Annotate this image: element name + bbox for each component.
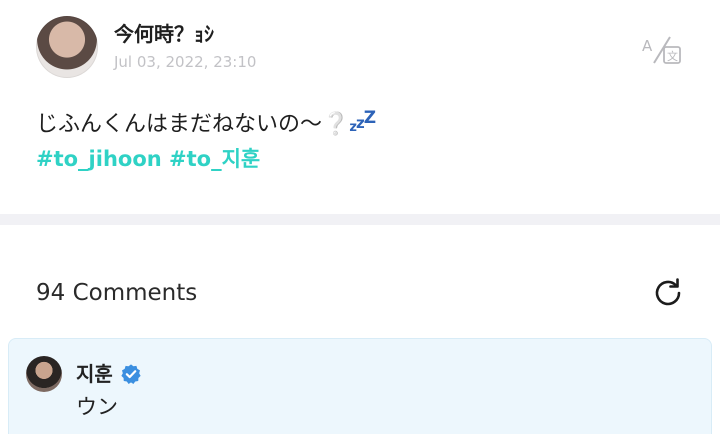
section-divider [0,214,720,225]
svg-text:文: 文 [667,49,678,63]
verified-badge-icon [121,364,141,384]
translate-icon: A 文 [642,36,681,64]
post-timestamp: Jul 03, 2022, 23:10 [114,53,257,71]
comment-item[interactable]: 지훈 ウン [8,338,712,434]
translate-button[interactable]: A 文 [640,33,684,67]
refresh-button[interactable] [650,275,686,311]
post-text: じふんくんはまだねないの〜❔zzZ [36,106,376,138]
post-page: 今何時？ｮｼ Jul 03, 2022, 23:10 A 文 じふんくんはまだね… [0,0,720,434]
hashtag-to-jihoon-korean[interactable]: #to_지훈 [169,147,260,171]
svg-text:A: A [642,37,653,55]
comments-count: 94 Comments [36,280,198,306]
refresh-icon [655,278,681,306]
comment-author-name[interactable]: 지훈 [76,358,113,387]
comment-text: ウン [76,395,118,419]
hashtag-list: #to_jihoon #to_지훈 [36,143,260,173]
comment-author-avatar[interactable] [26,356,62,392]
post-author-name[interactable]: 今何時？ｮｼ [114,18,214,47]
hashtag-to-jihoon[interactable]: #to_jihoon [36,147,162,171]
author-avatar[interactable] [36,16,98,78]
post-text-body: じふんくんはまだねないの〜❔ [36,112,350,137]
sleep-zzz-icon: zzZ [349,108,376,135]
